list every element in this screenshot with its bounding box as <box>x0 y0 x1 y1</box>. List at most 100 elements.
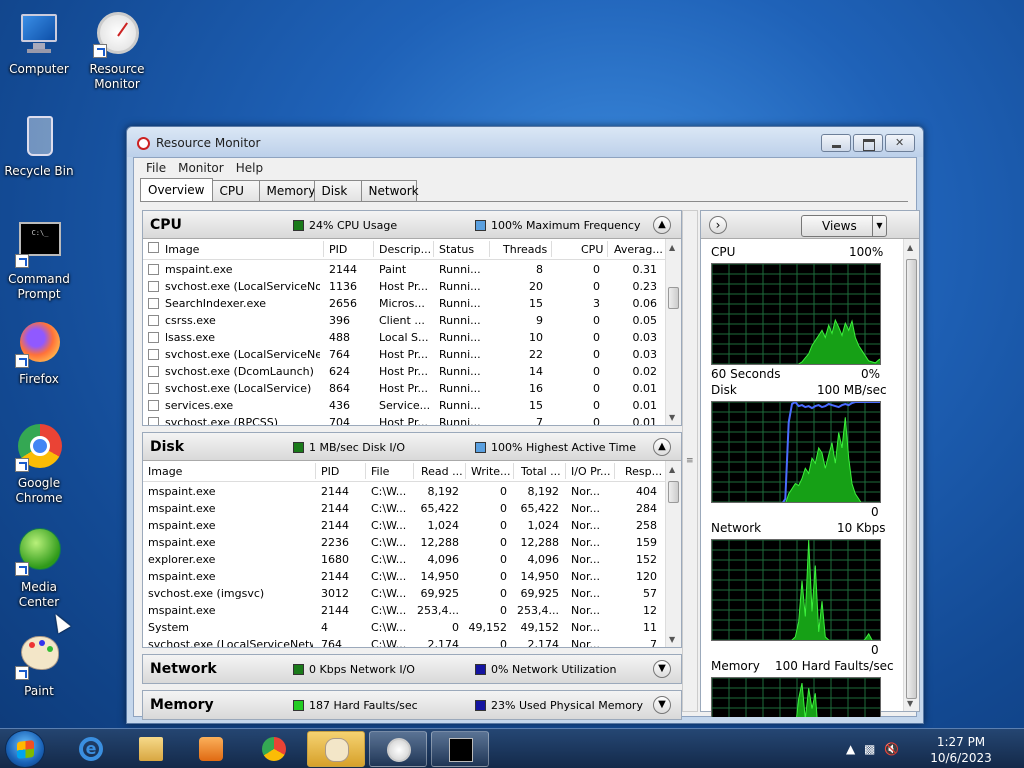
scroll-up-arrow-icon[interactable]: ▲ <box>907 243 913 252</box>
table-row[interactable]: mspaint.exe 2144 C:\W... 8,192 0 8,192 Nor... 4… <box>143 483 665 500</box>
col-image[interactable]: Image <box>148 465 182 478</box>
table-row[interactable]: mspaint.exe 2144 C:\W... 253,4... 0 253,4... N… <box>143 602 665 619</box>
start-button[interactable] <box>5 730 45 768</box>
network-section-header[interactable]: Network 0 Kbps Network I/O 0% Network Ut… <box>143 655 681 683</box>
scroll-thumb[interactable] <box>906 259 917 699</box>
col-image[interactable]: Image <box>165 243 199 256</box>
graphs-scrollbar[interactable]: ▲ ▼ <box>903 239 919 711</box>
expand-chevron-down-icon[interactable]: ▼ <box>653 696 671 714</box>
collapse-chevron-up-icon[interactable]: ▲ <box>653 438 671 456</box>
table-row[interactable]: mspaint.exe 2144 C:\W... 14,950 0 14,950 Nor..… <box>143 568 665 585</box>
expand-chevron-down-icon[interactable]: ▼ <box>653 660 671 678</box>
table-row[interactable]: svchost.exe (DcomLaunch) 624 Host Pr... Run… <box>143 363 665 380</box>
volume-muted-icon[interactable]: 🔇 <box>884 742 899 756</box>
table-row[interactable]: mspaint.exe 2236 C:\W... 12,288 0 12,288 Nor..… <box>143 534 665 551</box>
collapse-chevron-up-icon[interactable]: ▲ <box>653 216 671 234</box>
desktop-icon-computer[interactable]: Computer <box>1 10 77 77</box>
col-response-time[interactable]: Resp... <box>625 465 662 478</box>
row-checkbox[interactable] <box>148 366 159 377</box>
col-pid[interactable]: PID <box>329 243 347 256</box>
cpu-scrollbar[interactable]: ▲ ▼ <box>665 239 681 425</box>
col-read[interactable]: Read ... <box>421 465 463 478</box>
select-all-checkbox[interactable] <box>148 242 159 253</box>
table-row[interactable]: svchost.exe (LocalService) 864 Host Pr... R… <box>143 380 665 397</box>
taskbar-command-prompt[interactable] <box>431 731 489 767</box>
cpu-section-header[interactable]: CPU 24% CPU Usage 100% Maximum Frequency… <box>143 211 681 239</box>
tab-cpu[interactable]: CPU <box>211 180 260 201</box>
menu-monitor[interactable]: Monitor <box>172 158 230 178</box>
col-file[interactable]: File <box>371 465 389 478</box>
title-bar[interactable]: Resource Monitor <box>127 127 923 157</box>
close-button[interactable] <box>885 134 915 152</box>
table-row[interactable]: svchost.exe (LocalServiceNo... 1136 Host P… <box>143 278 665 295</box>
col-io-priority[interactable]: I/O Pr... <box>571 465 611 478</box>
taskbar-internet-explorer[interactable]: e <box>62 731 120 767</box>
tab-overview[interactable]: Overview <box>140 178 213 201</box>
row-checkbox[interactable] <box>148 349 159 360</box>
scroll-up-arrow-icon[interactable]: ▲ <box>669 243 675 252</box>
scroll-down-arrow-icon[interactable]: ▼ <box>907 699 913 708</box>
desktop-icon-paint[interactable]: Paint <box>1 632 77 699</box>
table-row[interactable]: csrss.exe 396 Client ... Runni... 9 0 0.05 <box>143 312 665 329</box>
taskbar-paint[interactable] <box>307 731 365 767</box>
taskbar-chrome[interactable] <box>245 731 303 767</box>
table-row[interactable]: lsass.exe 488 Local S... Runni... 10 0 0.03 <box>143 329 665 346</box>
col-average-cpu[interactable]: Averag... <box>614 243 663 256</box>
row-checkbox[interactable] <box>148 281 159 292</box>
menu-help[interactable]: Help <box>230 158 269 178</box>
taskbar-resource-monitor[interactable] <box>369 731 427 767</box>
tab-network[interactable]: Network <box>360 180 419 201</box>
desktop-icon-google-chrome[interactable]: Google Chrome <box>1 424 77 506</box>
table-row[interactable]: svchost.exe (RPCSS) 704 Host Pr... Runni...… <box>143 414 665 425</box>
col-description[interactable]: Descrip... <box>379 243 431 256</box>
col-total[interactable]: Total ... <box>521 465 561 478</box>
table-row[interactable]: svchost.exe (imgsvc) 3012 C:\W... 69,925 0 69… <box>143 585 665 602</box>
col-cpu[interactable]: CPU <box>581 243 603 256</box>
col-write[interactable]: Write... <box>471 465 511 478</box>
row-checkbox[interactable] <box>148 264 159 275</box>
row-checkbox[interactable] <box>148 417 159 425</box>
row-checkbox[interactable] <box>148 298 159 309</box>
desktop-icon-firefox[interactable]: Firefox <box>1 320 77 387</box>
clock[interactable]: 1:27 PM 10/6/2023 <box>926 734 996 766</box>
table-row[interactable]: explorer.exe 1680 C:\W... 4,096 0 4,096 Nor...… <box>143 551 665 568</box>
row-checkbox[interactable] <box>148 315 159 326</box>
scroll-down-arrow-icon[interactable]: ▼ <box>669 635 675 644</box>
taskbar-media-player[interactable] <box>182 731 240 767</box>
menu-file[interactable]: File <box>140 158 172 178</box>
network-tray-icon[interactable]: ▩ <box>864 742 875 756</box>
tab-disk[interactable]: Disk <box>313 180 362 201</box>
row-checkbox[interactable] <box>148 400 159 411</box>
col-pid[interactable]: PID <box>321 465 339 478</box>
table-row[interactable]: svchost.exe (LocalServiceNetw... 764 C:\W.… <box>143 636 665 647</box>
table-row[interactable]: mspaint.exe 2144 C:\W... 65,422 0 65,422 Nor..… <box>143 500 665 517</box>
taskbar-explorer[interactable] <box>122 731 180 767</box>
disk-section-header[interactable]: Disk 1 MB/sec Disk I/O 100% Highest Acti… <box>143 433 681 461</box>
desktop-icon-command-prompt[interactable]: C:\_ Command Prompt <box>1 220 77 302</box>
memory-section-header[interactable]: Memory 187 Hard Faults/sec 23% Used Phys… <box>143 691 681 719</box>
pane-splitter[interactable]: ≡ <box>682 210 700 712</box>
col-status[interactable]: Status <box>439 243 474 256</box>
scroll-up-arrow-icon[interactable]: ▲ <box>669 465 675 474</box>
desktop-icon-resource-monitor[interactable]: Resource Monitor <box>79 10 155 92</box>
table-row[interactable]: SearchIndexer.exe 2656 Micros... Runni... 15… <box>143 295 665 312</box>
scroll-thumb[interactable] <box>668 287 679 309</box>
scroll-thumb[interactable] <box>668 481 679 503</box>
scroll-down-arrow-icon[interactable]: ▼ <box>669 413 675 422</box>
desktop-icon-media-center[interactable]: Media Center <box>1 528 77 610</box>
collapse-pane-chevron-icon[interactable]: › <box>709 216 727 234</box>
row-checkbox[interactable] <box>148 332 159 343</box>
minimize-button[interactable] <box>821 134 851 152</box>
table-row[interactable]: services.exe 436 Service... Runni... 15 0 0.01 <box>143 397 665 414</box>
disk-scrollbar[interactable]: ▲ ▼ <box>665 461 681 647</box>
row-checkbox[interactable] <box>148 383 159 394</box>
table-row[interactable]: svchost.exe (LocalServiceNet... 764 Host P… <box>143 346 665 363</box>
show-hidden-icons-arrow-icon[interactable]: ▲ <box>846 742 855 756</box>
maximize-button[interactable] <box>853 134 883 152</box>
table-row[interactable]: mspaint.exe 2144 C:\W... 1,024 0 1,024 Nor... 2… <box>143 517 665 534</box>
table-row[interactable]: mspaint.exe 2144 Paint Runni... 8 0 0.31 <box>143 261 665 278</box>
table-row[interactable]: System 4 C:\W... 0 49,152 49,152 Nor... 11 <box>143 619 665 636</box>
col-threads[interactable]: Threads <box>503 243 547 256</box>
views-dropdown[interactable]: Views ▼ <box>801 215 887 237</box>
desktop-icon-recycle-bin[interactable]: Recycle Bin <box>1 112 77 179</box>
